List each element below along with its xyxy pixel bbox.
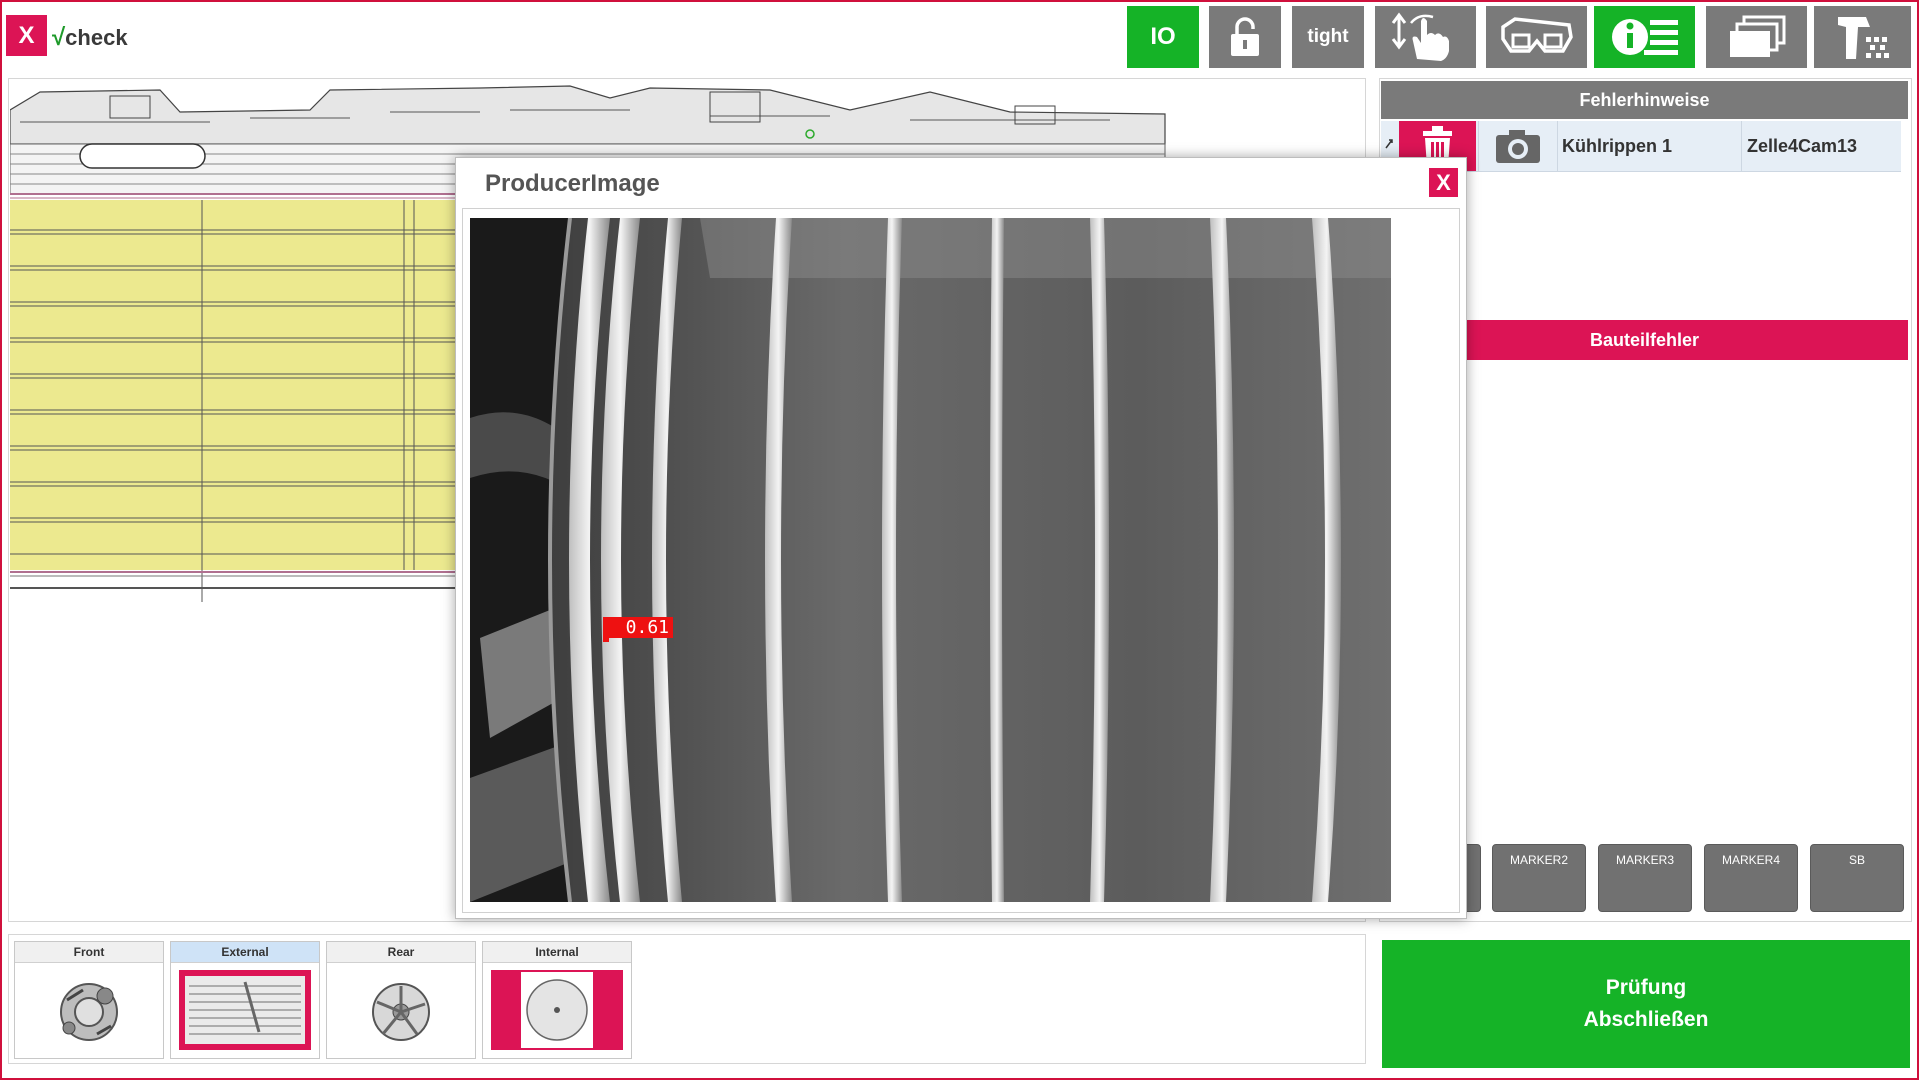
glasses-button[interactable] bbox=[1486, 6, 1587, 68]
marker-label: MARKER3 bbox=[1615, 853, 1674, 867]
hint-camera-id: Zelle4Cam13 bbox=[1747, 136, 1858, 156]
hints-header: Fehlerhinweise bbox=[1381, 81, 1908, 119]
hint-name: Kühlrippen 1 bbox=[1562, 136, 1673, 156]
tight-label: tight bbox=[1307, 26, 1349, 47]
scanner-button[interactable] bbox=[1814, 6, 1911, 68]
info-list-icon bbox=[1611, 19, 1678, 55]
gesture-button[interactable] bbox=[1375, 6, 1476, 68]
view-front[interactable]: Front bbox=[14, 941, 164, 1059]
view-label: Internal bbox=[483, 942, 631, 963]
front-thumbnail bbox=[60, 983, 118, 1041]
io-button[interactable]: IO bbox=[1127, 6, 1199, 68]
view-label: External bbox=[171, 942, 319, 963]
swipe-hand-icon bbox=[1391, 12, 1449, 61]
marker4-button[interactable]: MARKER4 bbox=[1704, 844, 1798, 912]
expand-arrow-icon[interactable] bbox=[1384, 138, 1394, 150]
marker2-button[interactable]: MARKER2 bbox=[1492, 844, 1586, 912]
view-internal[interactable]: Internal bbox=[482, 941, 632, 1059]
camera-image bbox=[470, 218, 1391, 902]
defect-score-label: 0.61 bbox=[603, 617, 673, 638]
hint-camera-cell: Zelle4Cam13 bbox=[1741, 121, 1902, 171]
view-label: Front bbox=[15, 942, 163, 963]
finish-inspection-button[interactable]: Prüfung Abschließen bbox=[1382, 940, 1910, 1068]
marker-label: MARKER2 bbox=[1509, 853, 1568, 867]
dialog-close-button[interactable]: X bbox=[1429, 168, 1458, 197]
marker-label: SB bbox=[1848, 853, 1865, 867]
dialog-title: ProducerImage bbox=[485, 170, 660, 197]
rear-thumbnail bbox=[372, 983, 430, 1041]
defect-marker bbox=[603, 638, 609, 642]
finish-line1: Prüfung bbox=[1605, 976, 1687, 999]
barcode-scanner-icon bbox=[1837, 17, 1889, 59]
lock-button[interactable] bbox=[1209, 6, 1281, 68]
lock-open-icon bbox=[1231, 17, 1259, 56]
finish-line2: Abschließen bbox=[1583, 1008, 1709, 1031]
3d-glasses-icon bbox=[1500, 17, 1573, 53]
app-close-button[interactable]: X bbox=[6, 15, 47, 56]
io-label: IO bbox=[1150, 23, 1176, 50]
logo-text: check bbox=[65, 25, 128, 50]
view-rear[interactable]: Rear bbox=[326, 941, 476, 1059]
external-thumbnail bbox=[179, 970, 311, 1050]
info-button[interactable] bbox=[1594, 6, 1695, 68]
marker-label: MARKER4 bbox=[1721, 853, 1780, 867]
view-label: Rear bbox=[327, 942, 475, 963]
camera-icon bbox=[1496, 130, 1540, 163]
app-logo: √check bbox=[52, 24, 128, 52]
hint-camera-button[interactable] bbox=[1478, 121, 1558, 171]
stacked-windows-icon bbox=[1729, 15, 1785, 57]
marker3-button[interactable]: MARKER3 bbox=[1598, 844, 1692, 912]
tight-button[interactable]: tight bbox=[1292, 6, 1364, 68]
windows-button[interactable] bbox=[1706, 6, 1807, 68]
internal-thumbnail bbox=[491, 970, 623, 1050]
sb-button[interactable]: SB bbox=[1810, 844, 1904, 912]
view-external[interactable]: External bbox=[170, 941, 320, 1059]
check-mark: √ bbox=[52, 24, 66, 51]
